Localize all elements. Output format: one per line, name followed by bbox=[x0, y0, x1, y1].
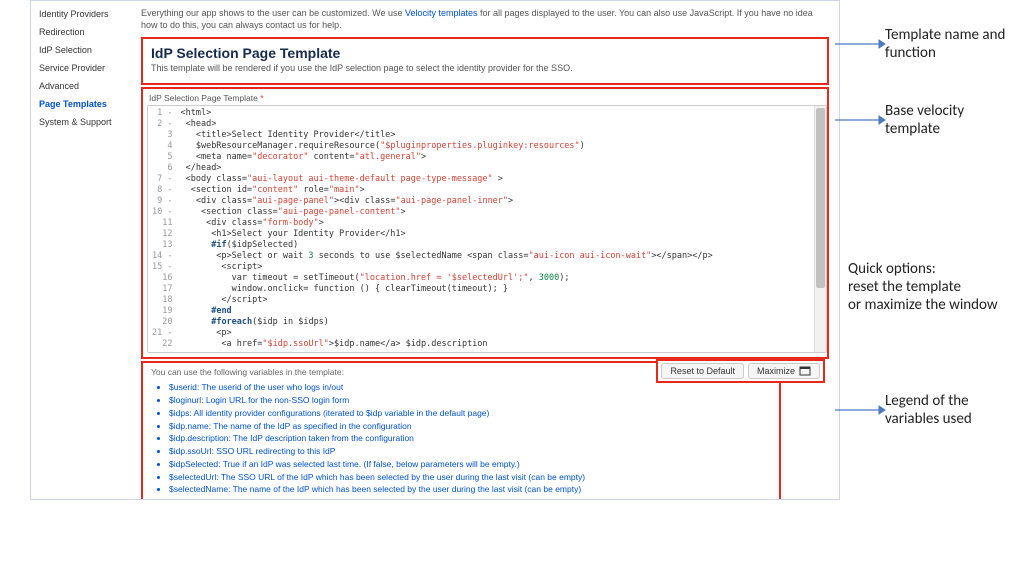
line-number: 1 - bbox=[152, 108, 172, 119]
main-content: Everything our app shows to the user can… bbox=[131, 1, 839, 499]
settings-panel: Identity ProvidersRedirectionIdP Selecti… bbox=[30, 0, 840, 500]
code-line[interactable]: <meta name="decorator" content="atl.gene… bbox=[180, 152, 810, 163]
sidebar-item-page-templates[interactable]: Page Templates bbox=[31, 95, 131, 113]
line-number: 9 - bbox=[152, 196, 172, 207]
annotation-text: Legend of the variables used bbox=[885, 392, 972, 428]
line-number: 11 bbox=[152, 218, 172, 229]
line-number: 6 bbox=[152, 163, 172, 174]
legend-list: $userid: The userid of the user who logs… bbox=[151, 381, 771, 499]
page-title: IdP Selection Page Template bbox=[151, 45, 819, 61]
legend-item: $idps: All identity provider configurati… bbox=[169, 407, 771, 420]
legend-item: $idp.ssoUrl: SSO URL redirecting to this… bbox=[169, 445, 771, 458]
velocity-link[interactable]: Velocity templates bbox=[405, 8, 478, 18]
maximize-label: Maximize bbox=[757, 366, 795, 376]
line-number: 12 bbox=[152, 229, 172, 240]
code-line[interactable]: #foreach($idp in $idps) bbox=[180, 317, 810, 328]
line-number: 17 bbox=[152, 284, 172, 295]
line-number: 7 - bbox=[152, 174, 172, 185]
code-line[interactable]: <h1>Select your Identity Provider</h1> bbox=[180, 229, 810, 240]
sidebar: Identity ProvidersRedirectionIdP Selecti… bbox=[31, 1, 131, 499]
code-line[interactable]: <section class="aui-page-panel-content"> bbox=[180, 207, 810, 218]
line-number: 8 - bbox=[152, 185, 172, 196]
line-number: 2 - bbox=[152, 119, 172, 130]
code-line[interactable]: <div class="form-body"> bbox=[180, 218, 810, 229]
code-line[interactable]: var timeout = setTimeout("location.href … bbox=[180, 273, 810, 284]
editor-label: IdP Selection Page Template * bbox=[149, 93, 827, 103]
code-line[interactable]: <script> bbox=[180, 262, 810, 273]
line-number-gutter: 1 -2 -34567 -8 -9 -10 -11121314 -15 -161… bbox=[148, 106, 176, 352]
intro-pre: Everything our app shows to the user can… bbox=[141, 8, 405, 18]
sidebar-item-redirection[interactable]: Redirection bbox=[31, 23, 131, 41]
code-line[interactable]: #end bbox=[180, 306, 810, 317]
line-number: 20 bbox=[152, 317, 172, 328]
annotation-base-template: Base velocity template bbox=[835, 102, 964, 138]
code-line[interactable]: </head> bbox=[180, 163, 810, 174]
legend-item: $selectedName: The name of the IdP which… bbox=[169, 483, 771, 496]
code-line[interactable]: <title>Select Identity Provider</title> bbox=[180, 130, 810, 141]
line-number: 14 - bbox=[152, 251, 172, 262]
maximize-icon bbox=[799, 366, 811, 376]
code-line[interactable]: <head> bbox=[180, 119, 810, 130]
code-line[interactable]: #if($idpSelected) bbox=[180, 240, 810, 251]
editor-label-text: IdP Selection Page Template bbox=[149, 93, 258, 103]
annotation-quick-options: Quick options: reset the template or max… bbox=[848, 260, 998, 314]
annotation-template-name: Template name and function bbox=[835, 26, 1005, 62]
code-line[interactable]: <a href="$idp.ssoUrl">$idp.name</a> $idp… bbox=[180, 339, 810, 350]
line-number: 13 bbox=[152, 240, 172, 251]
page-subtitle: This template will be rendered if you us… bbox=[151, 63, 819, 73]
annotation-text: Base velocity template bbox=[885, 102, 964, 138]
sidebar-item-system-support[interactable]: System & Support bbox=[31, 113, 131, 131]
code-line[interactable]: <p>Select or wait 3 seconds to use $sele… bbox=[180, 251, 810, 262]
line-number: 21 - bbox=[152, 328, 172, 339]
code-line[interactable]: $webResourceManager.requireResource("$pl… bbox=[180, 141, 810, 152]
code-line[interactable]: window.onclick= function () { clearTimeo… bbox=[180, 284, 810, 295]
maximize-button[interactable]: Maximize bbox=[748, 363, 820, 379]
code-line[interactable]: <html> bbox=[180, 108, 810, 119]
code-content[interactable]: <html> <head> <title>Select Identity Pro… bbox=[176, 106, 814, 352]
line-number: 16 bbox=[152, 273, 172, 284]
editor-scrollbar[interactable] bbox=[814, 106, 826, 352]
sidebar-item-advanced[interactable]: Advanced bbox=[31, 77, 131, 95]
legend-item: $idpSelected: True if an IdP was selecte… bbox=[169, 458, 771, 471]
intro-text: Everything our app shows to the user can… bbox=[141, 7, 829, 31]
legend-item: $selectedDescription: The description of… bbox=[169, 496, 771, 499]
line-number: 4 bbox=[152, 141, 172, 152]
sidebar-item-idp-selection[interactable]: IdP Selection bbox=[31, 41, 131, 59]
editor-actions: Reset to Default Maximize bbox=[656, 359, 825, 383]
code-line[interactable]: </script> bbox=[180, 295, 810, 306]
line-number: 5 bbox=[152, 152, 172, 163]
reset-label: Reset to Default bbox=[670, 366, 735, 376]
scrollbar-thumb[interactable] bbox=[816, 108, 825, 288]
line-number: 22 bbox=[152, 339, 172, 350]
line-number: 18 bbox=[152, 295, 172, 306]
legend-item: $idp.name: The name of the IdP as specif… bbox=[169, 420, 771, 433]
reset-to-default-button[interactable]: Reset to Default bbox=[661, 363, 744, 379]
line-number: 10 - bbox=[152, 207, 172, 218]
annotation-legend: Legend of the variables used bbox=[835, 392, 972, 428]
code-line[interactable]: <p> bbox=[180, 328, 810, 339]
line-number: 3 bbox=[152, 130, 172, 141]
line-number: 15 - bbox=[152, 262, 172, 273]
sidebar-item-service-provider[interactable]: Service Provider bbox=[31, 59, 131, 77]
line-number: 19 bbox=[152, 306, 172, 317]
template-title-block: IdP Selection Page Template This templat… bbox=[141, 37, 829, 85]
annotation-text: Template name and function bbox=[885, 26, 1005, 62]
legend-item: $idp.description: The IdP description ta… bbox=[169, 432, 771, 445]
code-line[interactable]: <body class="aui-layout aui-theme-defaul… bbox=[180, 174, 810, 185]
template-editor-block: IdP Selection Page Template * 1 -2 -3456… bbox=[141, 87, 829, 359]
legend-item: $selectedUrl: The SSO URL of the IdP whi… bbox=[169, 471, 771, 484]
required-mark: * bbox=[260, 93, 263, 103]
code-editor[interactable]: 1 -2 -34567 -8 -9 -10 -11121314 -15 -161… bbox=[147, 105, 827, 353]
legend-item: $loginurl: Login URL for the non-SSO log… bbox=[169, 394, 771, 407]
code-line[interactable]: <section id="content" role="main"> bbox=[180, 185, 810, 196]
code-line[interactable]: <div class="aui-page-panel"><div class="… bbox=[180, 196, 810, 207]
sidebar-item-identity-providers[interactable]: Identity Providers bbox=[31, 5, 131, 23]
annotation-text: Quick options: reset the template or max… bbox=[848, 260, 998, 314]
